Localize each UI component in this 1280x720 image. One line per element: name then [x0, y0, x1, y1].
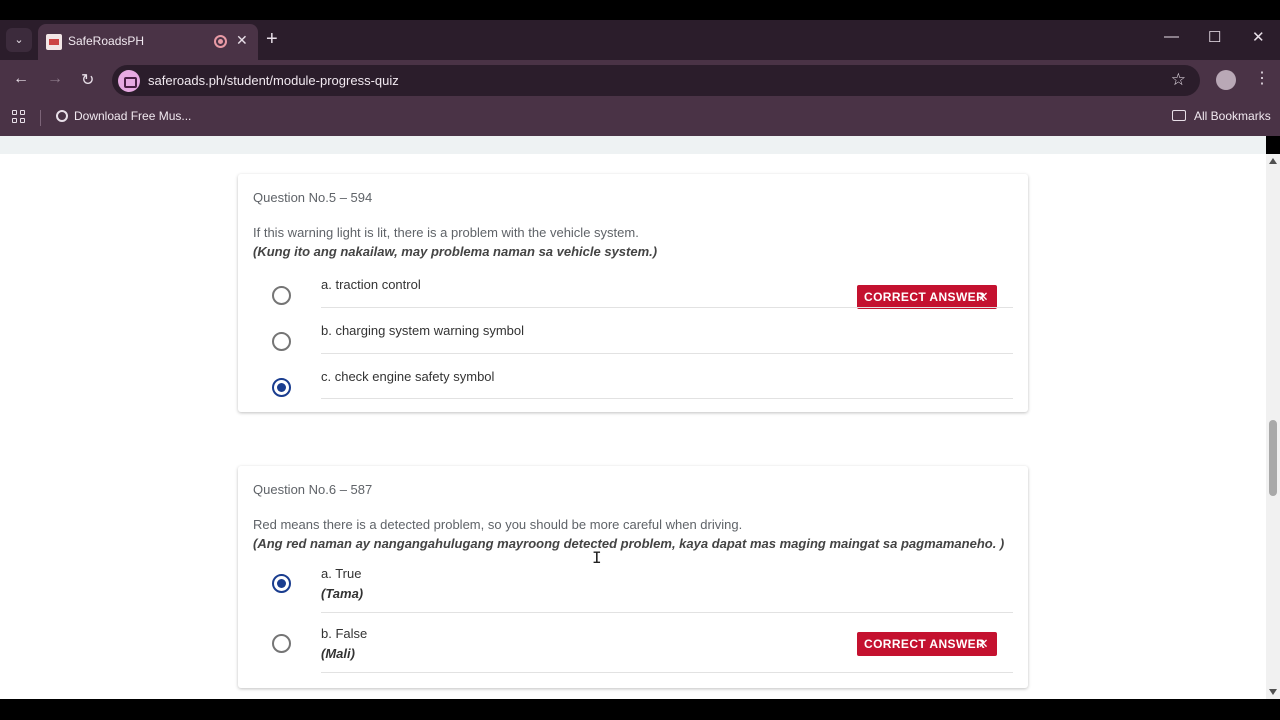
tab-title: SafeRoadsPH: [68, 34, 145, 48]
option-a[interactable]: a. True (Tama): [238, 564, 1028, 624]
recording-indicator-icon: [214, 35, 227, 48]
option-label: c. check engine safety symbol: [321, 369, 495, 384]
page-header-band: [0, 136, 1266, 154]
option-label: b. charging system warning symbol: [321, 323, 525, 338]
folder-icon: [1172, 110, 1186, 121]
new-tab-button[interactable]: +: [266, 28, 278, 50]
radio-button[interactable]: [272, 634, 291, 653]
question-number: Question No.5 – 594: [253, 190, 373, 205]
option-b[interactable]: b. False (Mali) CORRECT ANSWER ✕: [238, 624, 1028, 684]
question-card-5: Question No.5 – 594 If this warning ligh…: [238, 174, 1028, 412]
bookmark-download-free-music[interactable]: Download Free Mus...: [56, 109, 191, 123]
page-viewport: Question No.5 – 594 If this warning ligh…: [0, 136, 1266, 699]
page-scrollbar[interactable]: [1266, 154, 1280, 699]
bookmark-star-icon[interactable]: ☆: [1171, 70, 1186, 90]
option-c[interactable]: c. check engine safety symbol: [238, 366, 1028, 412]
site-favicon-icon: [46, 34, 62, 50]
close-window-button[interactable]: ✕: [1252, 28, 1265, 46]
scroll-up-arrow-icon[interactable]: [1269, 158, 1277, 164]
badge-label: CORRECT ANSWER: [864, 637, 986, 651]
question-text: Red means there is a detected problem, s…: [253, 517, 743, 532]
tab-search-button[interactable]: ⌄: [6, 28, 32, 52]
tab-close-button[interactable]: ✕: [236, 32, 248, 49]
option-label: a. True: [321, 566, 362, 581]
option-b[interactable]: b. charging system warning symbol: [238, 320, 1028, 366]
option-label: a. traction control: [321, 277, 421, 292]
text-cursor-icon: I: [592, 548, 602, 567]
bookmarks-bar: Download Free Mus... All Bookmarks: [0, 100, 1280, 136]
correct-answer-badge: CORRECT ANSWER ✕: [857, 285, 997, 309]
question-card-6: Question No.6 – 587 Red means there is a…: [238, 466, 1028, 688]
all-bookmarks-label: All Bookmarks: [1194, 109, 1271, 123]
close-icon: ✕: [977, 289, 989, 304]
option-a[interactable]: a. traction control CORRECT ANSWER ✕: [238, 274, 1028, 320]
screen-border-top: [0, 0, 1280, 20]
browser-toolbar: ← → ↻ saferoads.ph/student/module-progre…: [0, 60, 1280, 100]
site-info-icon[interactable]: [118, 70, 140, 92]
radio-button[interactable]: [272, 286, 291, 305]
option-divider: [321, 353, 1013, 354]
bookmarks-divider: [40, 110, 41, 126]
option-divider: [321, 612, 1013, 613]
tab-strip: ⌄ SafeRoadsPH ✕ + — ☐ ✕: [0, 20, 1280, 60]
close-icon: ✕: [977, 636, 989, 651]
option-divider: [321, 398, 1013, 399]
browser-window: ⌄ SafeRoadsPH ✕ + — ☐ ✕ ← → ↻ saferoads.…: [0, 0, 1280, 720]
scroll-down-arrow-icon[interactable]: [1269, 689, 1277, 695]
question-text: If this warning light is lit, there is a…: [253, 225, 639, 240]
profile-avatar[interactable]: [1216, 70, 1236, 90]
correct-answer-badge: CORRECT ANSWER ✕: [857, 632, 997, 656]
scrollbar-thumb[interactable]: [1269, 420, 1277, 496]
option-divider: [321, 307, 1013, 308]
question-text-translation: (Ang red naman ay nangangahulugang mayro…: [253, 536, 1005, 551]
bookmark-logo-icon: [56, 110, 68, 122]
option-label: b. False: [321, 626, 368, 641]
question-number: Question No.6 – 587: [253, 482, 373, 497]
radio-button-selected[interactable]: [272, 574, 291, 593]
apps-grid-icon[interactable]: [12, 110, 26, 124]
bookmark-label: Download Free Mus...: [74, 109, 192, 123]
minimize-button[interactable]: —: [1164, 28, 1179, 45]
url-text: saferoads.ph/student/module-progress-qui…: [148, 73, 399, 88]
badge-label: CORRECT ANSWER: [864, 290, 986, 304]
option-translation: (Mali): [321, 646, 355, 661]
browser-menu-button[interactable]: ⋮: [1254, 68, 1270, 88]
maximize-button[interactable]: ☐: [1208, 28, 1221, 46]
option-divider: [321, 672, 1013, 673]
forward-button[interactable]: →: [47, 70, 63, 88]
screen-border-bottom: [0, 699, 1280, 720]
address-bar[interactable]: saferoads.ph/student/module-progress-qui…: [112, 65, 1200, 96]
reload-button[interactable]: ↻: [81, 70, 94, 90]
option-translation: (Tama): [321, 586, 364, 601]
radio-button[interactable]: [272, 332, 291, 351]
question-text-translation: (Kung ito ang nakailaw, may problema nam…: [253, 244, 658, 259]
all-bookmarks-button[interactable]: All Bookmarks: [1172, 109, 1271, 123]
back-button[interactable]: ←: [13, 70, 29, 88]
tab-saferoadsph[interactable]: SafeRoadsPH ✕: [38, 24, 258, 60]
radio-button-selected[interactable]: [272, 378, 291, 397]
